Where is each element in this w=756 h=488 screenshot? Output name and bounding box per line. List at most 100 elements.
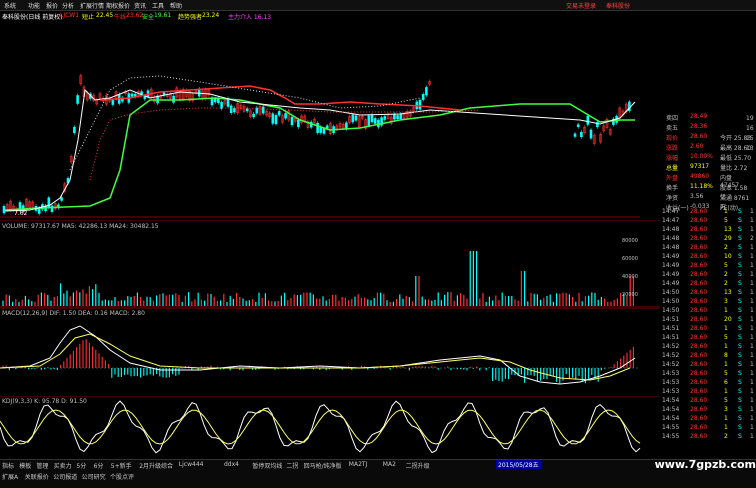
price-chart[interactable]: 7.62 [0, 20, 660, 218]
candle-body [252, 113, 255, 118]
tick-row: 14:50 28.60 1 S 1 [662, 306, 756, 315]
menu-analysis[interactable]: 分析 [62, 1, 74, 10]
tick-n: 1 [750, 433, 754, 440]
candle-body [580, 131, 583, 138]
tab-管理[interactable]: 管理 [36, 461, 48, 470]
tick-row: 14:48 28.60 2 S 1 [662, 243, 756, 252]
tab-MA2[interactable]: MA2 [383, 461, 396, 468]
tick-flag: S [738, 271, 742, 278]
menu-system[interactable]: 系统 [4, 1, 16, 10]
tab-暂停双均线[interactable]: 暂停双均线 [252, 461, 282, 470]
quote-value: 49860 [690, 173, 710, 180]
candle-body [589, 129, 593, 139]
tick-vol: 1 [724, 415, 728, 422]
tick-vol: 1 [724, 325, 728, 332]
tab-二拐升级[interactable]: 二拐升级 [406, 461, 430, 470]
candle-body [76, 95, 79, 104]
menu-function[interactable]: 功能 [28, 1, 40, 10]
trade-login-link[interactable]: 交易未登录 [566, 1, 596, 10]
tick-vol: 13 [724, 226, 732, 233]
quote-row: 涨跌 2.60 最高 28.60 [642, 142, 752, 152]
volume-axis-60000: 60000 [622, 256, 638, 262]
tick-price: 28.60 [690, 352, 708, 359]
candle-body [271, 113, 275, 124]
tab-5+新手[interactable]: 5+新手 [111, 461, 132, 470]
tick-vol: 1 [724, 307, 728, 314]
menu-tools[interactable]: 工具 [152, 1, 164, 10]
tick-row: 14:53 28.60 6 S 1 [662, 378, 756, 387]
tick-flag: S [738, 244, 742, 251]
quote-value: 10.00% [690, 153, 713, 160]
tab-回马枪/纯净版[interactable]: 回马枪/纯净版 [304, 461, 342, 470]
tab-6分[interactable]: 6分 [94, 461, 104, 470]
quote-extra: 量比 2.72 [720, 165, 748, 172]
candle-body [277, 111, 281, 116]
quote-value: 3.56 [690, 193, 704, 200]
tick-row: 14:50 28.60 13 S 1 [662, 288, 756, 297]
tab-Ljcw444[interactable]: Ljcw444 [179, 461, 204, 468]
menu-options[interactable]: 期权报价 [106, 1, 130, 10]
tab-公司报道[interactable]: 公司报道 [53, 472, 77, 481]
indicator-name[interactable]: LJCW1 [60, 12, 79, 19]
tick-row: 14:54 28.60 5 S 1 [662, 396, 756, 405]
tab-扩展A[interactable]: 扩展A [2, 472, 18, 481]
tick-n: 1 [750, 208, 754, 215]
tick-price: 28.60 [690, 280, 708, 287]
tab-关联报价[interactable]: 关联报价 [25, 472, 49, 481]
tick-n: 1 [750, 406, 754, 413]
tick-price: 28.60 [690, 388, 708, 395]
tick-n: 1 [750, 361, 754, 368]
price-candles [2, 73, 631, 216]
quote-value: 28.60 [690, 133, 708, 140]
tick-n: 1 [750, 316, 754, 323]
tick-vol: 5 [724, 262, 728, 269]
tab-5分[interactable]: 5分 [76, 461, 86, 470]
tick-price: 28.60 [690, 325, 708, 332]
tick-time: 14:53 [662, 388, 680, 395]
tab-2月升级综合[interactable]: 2月升级综合 [139, 461, 173, 470]
quote-label: 卖五 [666, 125, 679, 132]
tick-vol: 1 [724, 361, 728, 368]
tick-row: 14:47 28.60 5 S 1 [662, 216, 756, 225]
menu-quote[interactable]: 报价 [46, 1, 58, 10]
quote-row: 外盘 49860 内盘 47457 [642, 172, 752, 189]
stock-name-link[interactable]: 奉科股份 [606, 1, 630, 10]
tab-公司研究[interactable]: 公司研究 [82, 472, 106, 481]
candle-body [213, 98, 217, 103]
candle-body [586, 115, 590, 125]
tab-个股点评[interactable]: 个股点评 [110, 472, 134, 481]
quote-row: 卖五 28.36 [642, 122, 752, 132]
tab-指标[interactable]: 指标 [2, 461, 14, 470]
volume-chart[interactable]: VOLUME: 97317.67 MA5: 42286.13 MA24: 304… [0, 220, 660, 308]
tab-ddx4[interactable]: ddx4 [224, 461, 239, 468]
candle-body [367, 115, 371, 126]
tick-n: 1 [750, 217, 754, 224]
macd-chart[interactable]: MACD(12,26,9) DIF: 1.50 DEA: 0.16 MACD: … [0, 308, 660, 396]
menu-help[interactable]: 帮助 [170, 1, 182, 10]
tick-price: 28.60 [690, 379, 708, 386]
tab-MA2TJ[interactable]: MA2TJ [349, 461, 368, 468]
tick-price: 28.60 [690, 226, 708, 233]
menu-extended[interactable]: 扩展行情 [80, 1, 104, 10]
quote-row: 总量 97317 量比 2.72 [642, 162, 752, 172]
quote-value: 97317 [690, 163, 710, 170]
kdj-chart[interactable]: KDJ(9,3,3) K: 95.78 D: 91.50 [0, 396, 660, 458]
candle-body [576, 124, 580, 127]
volume-axis-40000: 40000 [622, 274, 638, 280]
tick-flag: S [738, 406, 742, 413]
tab-模板[interactable]: 模板 [19, 461, 31, 470]
menu-news[interactable]: 资讯 [134, 1, 146, 10]
candle-body [316, 122, 319, 133]
tick-time: 14:49 [662, 271, 680, 278]
tab-买卖力[interactable]: 买卖力 [54, 461, 72, 470]
tab-二拐[interactable]: 二拐 [286, 461, 298, 470]
tick-n: 1 [750, 334, 754, 341]
candle-body [274, 115, 278, 125]
candle-body [50, 205, 54, 212]
tick-n: 2 [750, 235, 754, 242]
quote-value: 11.18% [690, 183, 713, 190]
candle-body [73, 126, 76, 134]
tick-time: 14:51 [662, 334, 680, 341]
tick-vol: 5 [724, 217, 728, 224]
tick-flag: S [738, 235, 742, 242]
